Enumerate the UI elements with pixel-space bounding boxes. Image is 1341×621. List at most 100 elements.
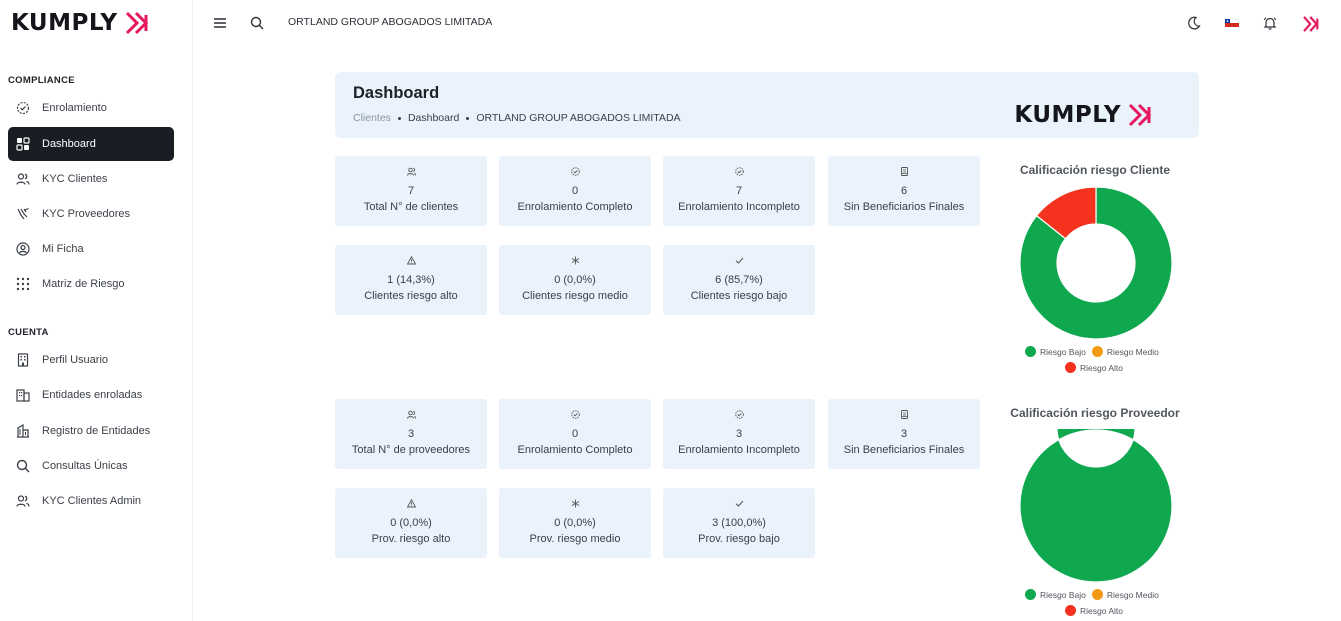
legend-item-alto[interactable]: Riesgo Alto (1065, 605, 1123, 616)
sidebar-item-kyc-clientes-admin[interactable]: KYC Clientes Admin (8, 484, 174, 518)
logo-text: KUMPLY (11, 10, 118, 36)
building-icon (16, 353, 30, 367)
kumply-mark-icon[interactable] (1301, 13, 1323, 35)
check-circle-icon (663, 167, 815, 177)
section-cuenta: CUENTA (8, 327, 49, 338)
breadcrumb-separator (466, 116, 470, 120)
sidebar-item-kyc-proveedores[interactable]: KYC Proveedores (8, 197, 174, 231)
search-icon (16, 459, 30, 473)
stat-label: Clientes riesgo medio (522, 290, 628, 302)
search-icon[interactable] (248, 14, 266, 32)
stat-value: 3 (900, 428, 908, 440)
legend-item-medio[interactable]: Riesgo Medio (1091, 589, 1159, 600)
sidebar-item-label: KYC Clientes (42, 173, 108, 185)
stat-value: 3 (407, 428, 415, 440)
document-icon (828, 410, 980, 420)
header-brand-logo: KUMPLY (1014, 102, 1157, 128)
warning-icon (335, 256, 487, 266)
legend-dot-alto (1065, 605, 1076, 616)
stat-label: Enrolamiento Completo (517, 201, 633, 213)
stat-value: 0 (0,0%) (554, 274, 596, 286)
stat-label: Prov. riesgo bajo (698, 533, 780, 545)
asterisk-icon (499, 256, 651, 266)
donut-chart-proveedores (1019, 429, 1173, 583)
sidebar-item-label: Registro de Entidades (42, 425, 151, 437)
stat-label: Clientes riesgo bajo (690, 290, 788, 302)
legend-item-bajo[interactable]: Riesgo Bajo (1025, 589, 1086, 600)
sidebar-item-label: Entidades enroladas (42, 389, 143, 401)
sidebar-item-registro-entidades[interactable]: Registro de Entidades (8, 414, 174, 448)
breadcrumb-dashboard[interactable]: Dashboard (408, 112, 459, 124)
building-add-icon (16, 424, 30, 438)
breadcrumb-separator (397, 116, 401, 120)
legend-item-alto[interactable]: Riesgo Alto (1065, 362, 1123, 373)
brand-logo[interactable]: KUMPLY (11, 9, 154, 37)
breadcrumb: Clientes Dashboard ORTLAND GROUP ABOGADO… (353, 112, 681, 124)
moon-icon[interactable] (1185, 14, 1203, 32)
sidebar-item-dashboard[interactable]: Dashboard (8, 127, 174, 161)
breadcrumb-clientes[interactable]: Clientes (353, 112, 391, 124)
stat-label: Sin Beneficiarios Finales (843, 444, 965, 456)
stat-card-proveedores: 3 (100,0%) Prov. riesgo bajo (663, 488, 815, 558)
bell-icon[interactable] (1261, 14, 1279, 32)
kumply-mark-icon (1128, 103, 1152, 127)
stat-label: Prov. riesgo medio (529, 533, 621, 545)
stat-card-proveedores: 0 (0,0%) Prov. riesgo alto (335, 488, 487, 558)
stat-label: Clientes riesgo alto (364, 290, 458, 302)
donut-slice-riesgo-bajo[interactable] (1019, 429, 1173, 583)
sidebar-item-label: Enrolamiento (42, 102, 107, 114)
chile-flag-icon[interactable] (1223, 14, 1241, 32)
legend-proveedores-row1: Riesgo Bajo Riesgo Medio (1025, 589, 1159, 600)
dots-grid-icon (16, 277, 30, 291)
legend-label: Riesgo Alto (1080, 605, 1123, 616)
dashboard-grid-icon (16, 137, 30, 151)
stat-value: 7 (407, 185, 415, 197)
user-circle-icon (16, 242, 30, 256)
sidebar-item-label: Mi Ficha (42, 243, 84, 255)
legend-item-medio[interactable]: Riesgo Medio (1091, 346, 1159, 357)
legend-dot-bajo (1025, 589, 1036, 600)
handshake-icon (16, 207, 30, 221)
legend-clientes-row1: Riesgo Bajo Riesgo Medio (1025, 346, 1159, 357)
donut-chart-clientes (1019, 186, 1173, 340)
legend-item-bajo[interactable]: Riesgo Bajo (1025, 346, 1086, 357)
stat-card-proveedores: 3 Enrolamiento Incompleto (663, 399, 815, 469)
sidebar-item-entidades-enroladas[interactable]: Entidades enroladas (8, 378, 174, 412)
stat-label: Total N° de proveedores (351, 444, 471, 456)
check-icon (663, 499, 815, 509)
stat-value: 6 (85,7%) (715, 274, 763, 286)
logo-text: KUMPLY (1014, 102, 1121, 128)
check-circle-icon (16, 101, 30, 115)
stat-value: 7 (735, 185, 743, 197)
users-icon (16, 172, 30, 186)
menu-icon[interactable] (211, 14, 229, 32)
sidebar-item-label: Dashboard (42, 138, 96, 150)
sidebar-item-mi-ficha[interactable]: Mi Ficha (8, 232, 174, 266)
check-circle-icon (499, 167, 651, 177)
users-icon (16, 494, 30, 508)
stat-card-proveedores: 0 (0,0%) Prov. riesgo medio (499, 488, 651, 558)
stat-card-clientes: 7 Enrolamiento Incompleto (663, 156, 815, 226)
sidebar-item-consultas-unicas[interactable]: Consultas Únicas (8, 449, 174, 483)
buildings-icon (16, 388, 30, 402)
chart-title-proveedores: Calificación riesgo Proveedor (1010, 406, 1180, 420)
sidebar-item-matriz-riesgo[interactable]: Matriz de Riesgo (8, 267, 174, 301)
document-icon (828, 167, 980, 177)
organization-name: ORTLAND GROUP ABOGADOS LIMITADA (288, 16, 493, 28)
page-title: Dashboard (353, 84, 440, 102)
sidebar-item-enrolamiento[interactable]: Enrolamiento (8, 91, 174, 125)
stat-card-clientes: 6 (85,7%) Clientes riesgo bajo (663, 245, 815, 315)
sidebar-item-label: Perfil Usuario (42, 354, 109, 366)
kumply-mark-icon (125, 11, 148, 35)
sidebar-item-kyc-clientes[interactable]: KYC Clientes (8, 162, 174, 196)
stat-value: 0 (0,0%) (390, 517, 432, 529)
stat-card-clientes: 0 (0,0%) Clientes riesgo medio (499, 245, 651, 315)
sidebar-item-perfil-usuario[interactable]: Perfil Usuario (8, 343, 174, 377)
users-icon (335, 410, 487, 420)
stat-value: 0 (571, 428, 579, 440)
stat-card-proveedores: 3 Sin Beneficiarios Finales (828, 399, 980, 469)
legend-label: Riesgo Alto (1080, 362, 1123, 373)
stat-value: 1 (14,3%) (387, 274, 435, 286)
sidebar-item-label: KYC Clientes Admin (42, 495, 142, 507)
stat-card-clientes: 0 Enrolamiento Completo (499, 156, 651, 226)
